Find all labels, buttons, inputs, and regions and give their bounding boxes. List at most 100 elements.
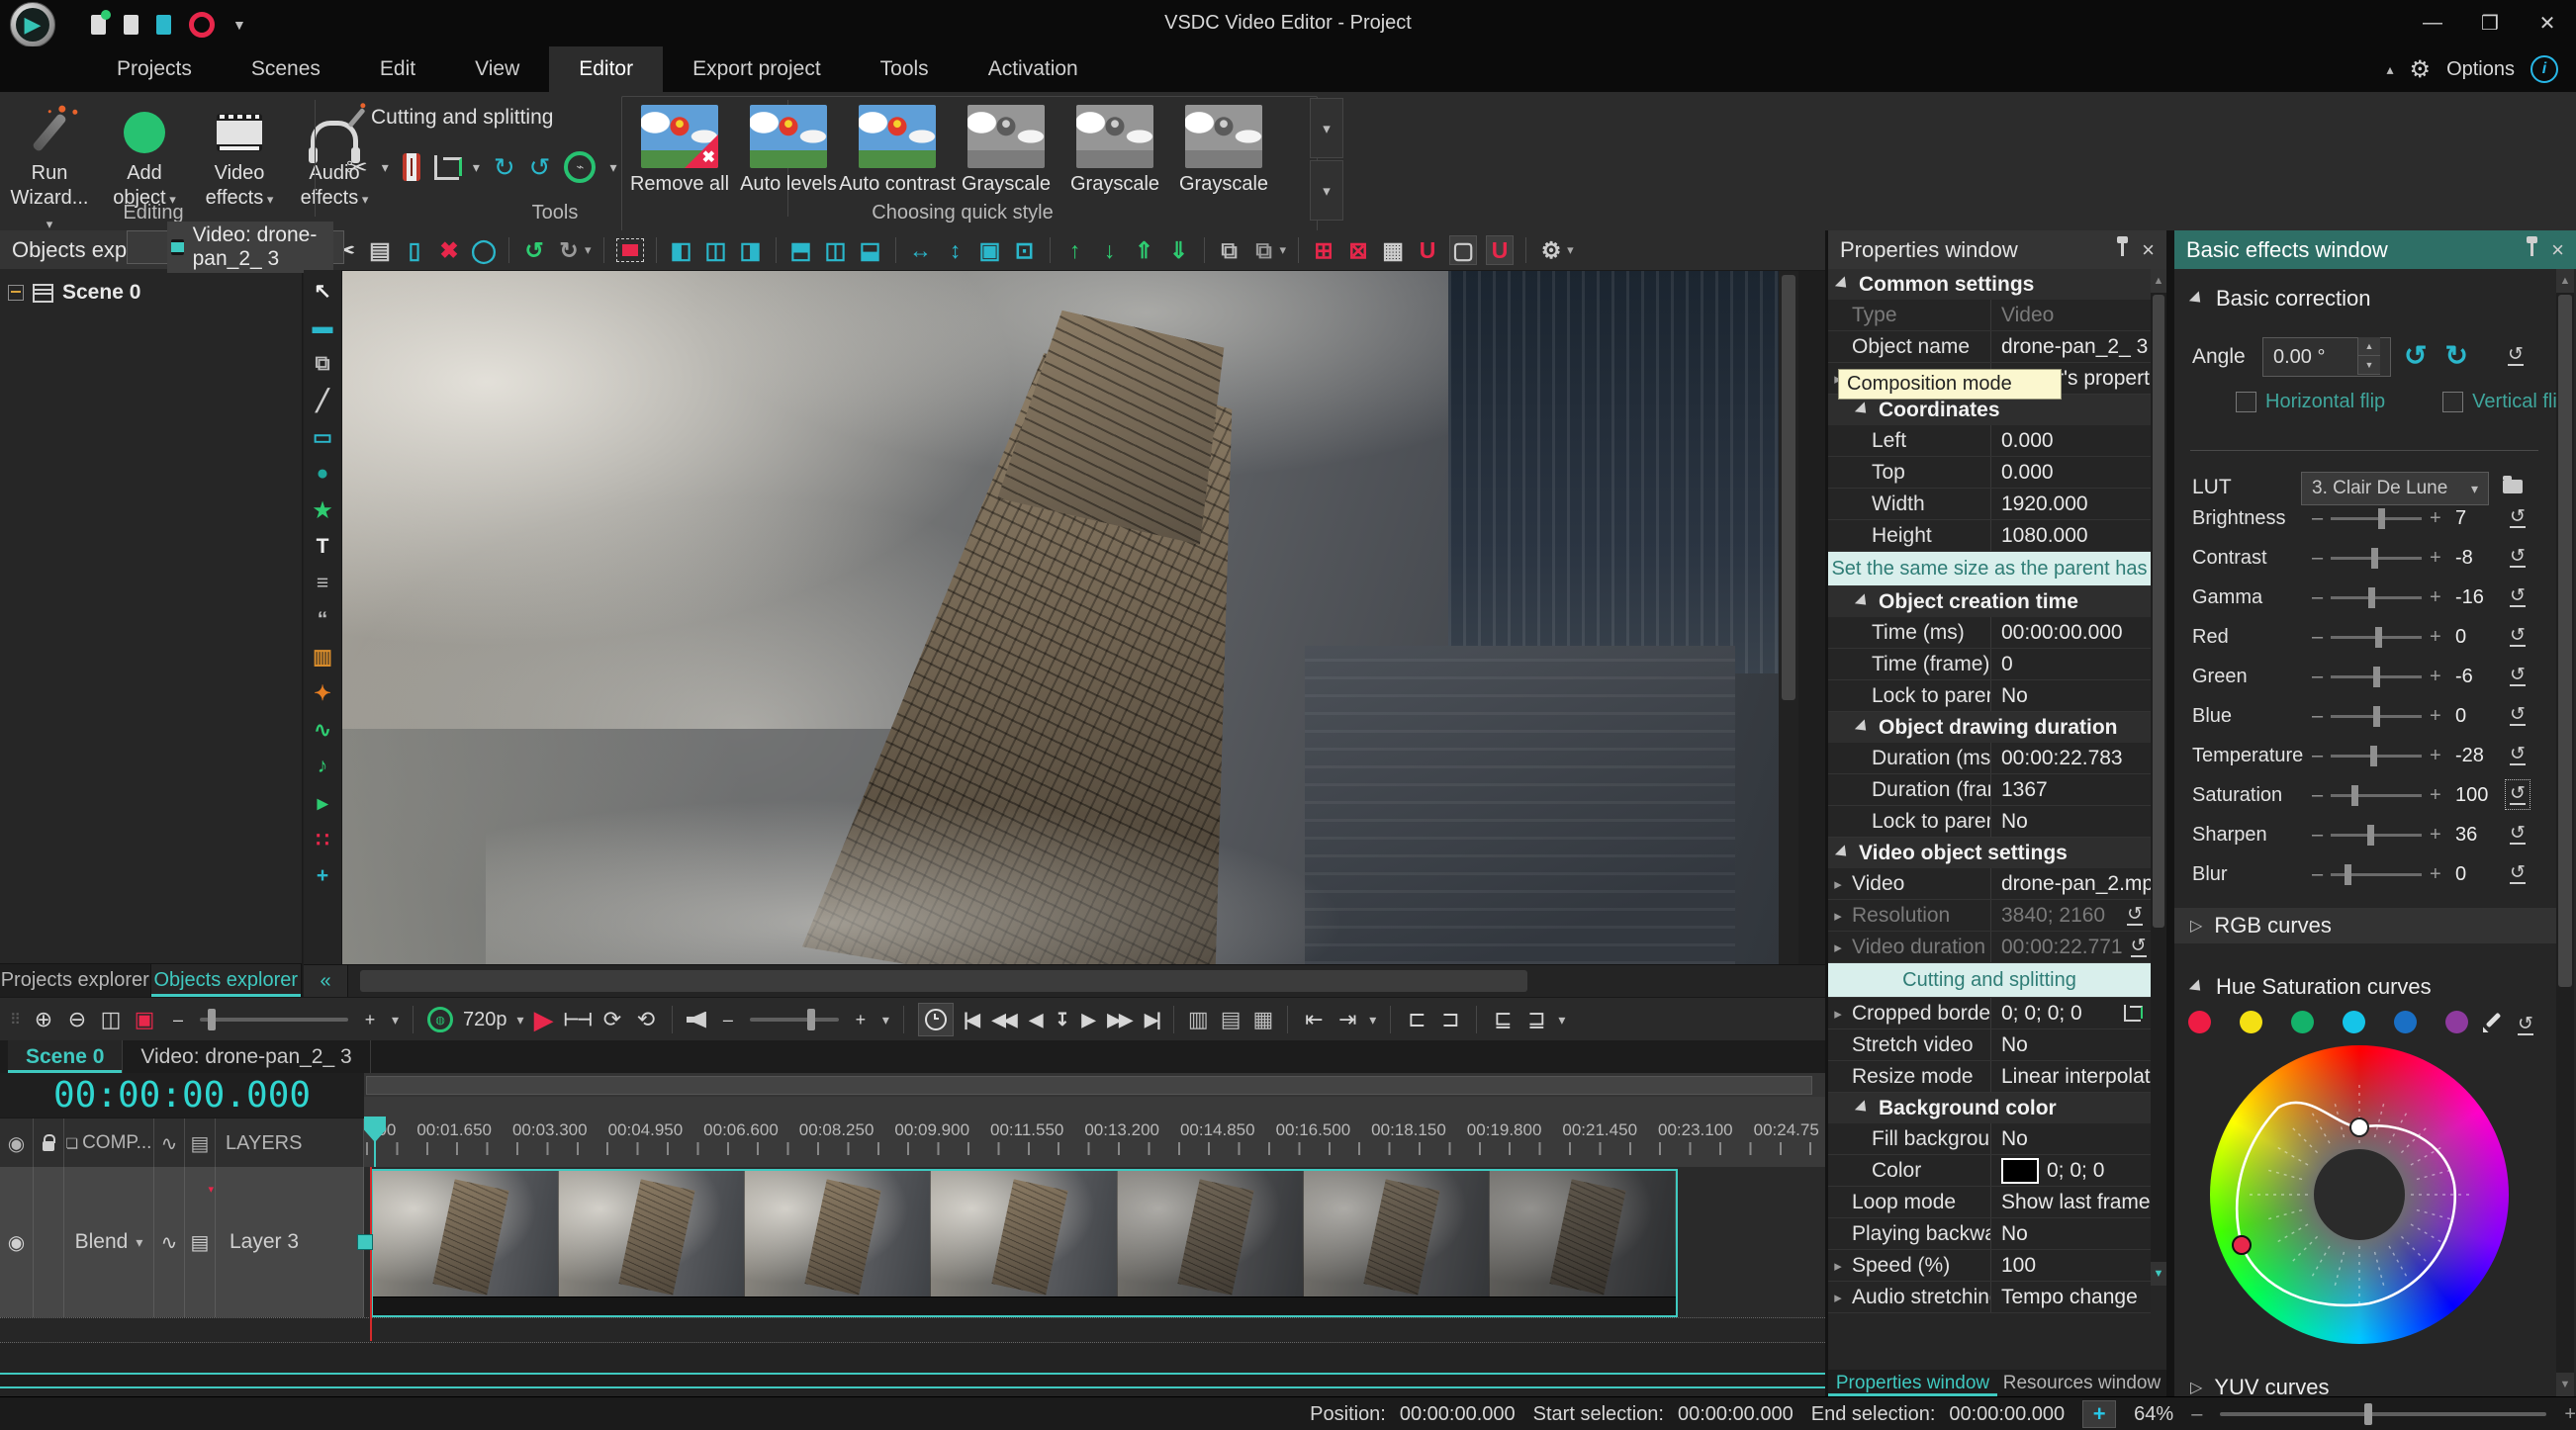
slider-minus-icon[interactable]: – bbox=[2312, 586, 2323, 609]
slider-plus-icon[interactable]: + bbox=[2430, 507, 2441, 530]
lock-column-icon[interactable] bbox=[34, 1118, 64, 1168]
timeline-zoom-out-icon[interactable]: ⊖ bbox=[65, 1005, 89, 1034]
slider-plus-icon[interactable]: + bbox=[2430, 586, 2441, 609]
status-zoom-minus-icon[interactable]: – bbox=[2191, 1403, 2202, 1426]
slider-handle[interactable] bbox=[2368, 587, 2375, 608]
slider-reset-icon[interactable]: ↺ bbox=[2510, 586, 2526, 607]
prop-value[interactable]: Tempo change bbox=[1991, 1282, 2151, 1312]
paste-icon[interactable]: ▯ bbox=[402, 236, 427, 264]
horizontal-flip-checkbox[interactable]: Horizontal flip bbox=[2236, 391, 2385, 413]
bring-front-icon[interactable]: ⇑ bbox=[1132, 236, 1157, 264]
tree-item-scene[interactable]: Scene 0 bbox=[0, 279, 302, 307]
ellipse-tool-icon[interactable]: ● bbox=[308, 459, 337, 489]
tab-objects-explorer[interactable]: Objects explorer bbox=[151, 964, 303, 997]
stretch-height-icon[interactable]: ↕ bbox=[943, 236, 968, 264]
tab-scene-0[interactable]: Scene 0 bbox=[8, 1040, 123, 1073]
more-dropdown-icon[interactable]: ▾ bbox=[1558, 1012, 1565, 1028]
quick-style-up-button[interactable]: ▾ bbox=[1310, 98, 1343, 158]
zoom-dropdown-icon[interactable]: ▾ bbox=[392, 1012, 399, 1028]
prop-section-object-creation-time[interactable]: Object creation time bbox=[1828, 586, 2151, 617]
slider-track[interactable] bbox=[2331, 557, 2422, 560]
close-icon[interactable]: × bbox=[2142, 237, 2155, 263]
slider-track[interactable] bbox=[2331, 794, 2422, 797]
empty-track-row[interactable] bbox=[0, 1317, 1825, 1343]
info-icon[interactable]: i bbox=[2530, 55, 2558, 83]
fade-out-icon[interactable]: ▦ bbox=[1252, 1007, 1273, 1032]
menu-item-scenes[interactable]: Scenes bbox=[222, 46, 350, 92]
visibility-column-icon[interactable]: ◉ bbox=[0, 1118, 34, 1168]
timeline-zoom-frames-icon[interactable]: ◫ bbox=[99, 1005, 123, 1034]
menu-item-view[interactable]: View bbox=[445, 46, 549, 92]
hue-dot-3[interactable] bbox=[2343, 1011, 2365, 1033]
prop-value[interactable]: 00:00:22.771↺ bbox=[1991, 932, 2151, 962]
animation-tool-icon[interactable]: ✦ bbox=[308, 678, 337, 708]
collapse-icon[interactable] bbox=[1855, 1100, 1871, 1116]
tree-item-video[interactable]: Video: drone-pan_2_ 3 bbox=[127, 230, 344, 264]
list-column-icon[interactable]: ▤ bbox=[185, 1118, 216, 1168]
timeline-mini-scrollbar[interactable] bbox=[364, 1073, 1825, 1098]
expand-icon[interactable]: ▸ bbox=[1828, 1282, 1848, 1312]
volume-plus-icon[interactable]: + bbox=[849, 1005, 873, 1034]
speaker-icon[interactable] bbox=[687, 1012, 706, 1028]
slider-plus-icon[interactable]: + bbox=[2430, 863, 2441, 886]
reset-icon[interactable]: ↺ bbox=[2127, 905, 2143, 926]
slider-handle[interactable] bbox=[2370, 746, 2377, 766]
prop-section-video-object-settings[interactable]: Video object settings bbox=[1828, 838, 2151, 868]
dropdown-caret-icon[interactable]: ▾ bbox=[585, 242, 592, 258]
slider-plus-icon[interactable]: + bbox=[2430, 666, 2441, 688]
slider-plus-icon[interactable]: + bbox=[2430, 705, 2441, 728]
status-zoom-plus-icon[interactable]: + bbox=[2564, 1403, 2576, 1426]
playbar-drag-handle[interactable]: ⠿ bbox=[10, 1011, 22, 1028]
redo-icon[interactable]: ↻ bbox=[556, 236, 582, 264]
collapse-icon[interactable] bbox=[1835, 276, 1851, 292]
prop-value[interactable]: 0; 0; 0 bbox=[1991, 1155, 2151, 1186]
go-start-icon[interactable]: |◀ bbox=[964, 1010, 978, 1030]
jump-end-icon[interactable]: ⇥ bbox=[1335, 1005, 1359, 1034]
prop-value[interactable]: No bbox=[1991, 680, 2151, 711]
open-project-icon[interactable] bbox=[124, 15, 138, 35]
hue-dot-5[interactable] bbox=[2445, 1011, 2468, 1033]
quick-style-remove-all-0[interactable]: ✖Remove all bbox=[628, 101, 731, 196]
slider-handle[interactable] bbox=[2345, 864, 2351, 885]
slider-handle[interactable] bbox=[2367, 825, 2374, 846]
slider-plus-icon[interactable]: + bbox=[2430, 745, 2441, 767]
hue-dot-4[interactable] bbox=[2394, 1011, 2417, 1033]
send-back-icon[interactable]: ⇓ bbox=[1166, 236, 1192, 264]
prop-value[interactable]: 00:00:00.000 bbox=[1991, 617, 2151, 648]
clear-icon[interactable]: ◯ bbox=[471, 236, 497, 264]
zoom-plus-icon[interactable]: + bbox=[358, 1005, 382, 1034]
slider-plus-icon[interactable]: + bbox=[2430, 824, 2441, 847]
align-left-icon[interactable]: ◧ bbox=[669, 236, 694, 264]
loop-icon[interactable]: ⟳ bbox=[600, 1005, 624, 1034]
go-end-icon[interactable]: ▶| bbox=[1145, 1010, 1159, 1030]
hue-dot-2[interactable] bbox=[2291, 1011, 2314, 1033]
timeline-zoom-in-icon[interactable]: ⊕ bbox=[32, 1005, 55, 1034]
layer-lock-cell[interactable] bbox=[34, 1167, 64, 1317]
resolution-dropdown-icon[interactable]: ▾ bbox=[517, 1012, 524, 1028]
slider-minus-icon[interactable]: – bbox=[2312, 824, 2323, 847]
quick-style-grayscale-4[interactable]: Grayscale bbox=[1063, 101, 1166, 196]
prop-value[interactable]: drone-pan_2_ 3 bbox=[1991, 331, 2151, 362]
dropdown-caret-icon[interactable]: ▾ bbox=[382, 159, 389, 176]
slider-handle[interactable] bbox=[2373, 667, 2380, 687]
original-size-icon[interactable]: ⊡ bbox=[1012, 236, 1038, 264]
dropdown-caret-icon[interactable]: ▾ bbox=[609, 159, 616, 176]
slider-reset-icon[interactable]: ↺ bbox=[2510, 863, 2526, 884]
expand-icon[interactable]: ▸ bbox=[1828, 900, 1848, 931]
dropdown-caret-icon[interactable]: ▾ bbox=[473, 159, 480, 176]
slider-handle[interactable] bbox=[2375, 627, 2382, 648]
prop-value[interactable]: No bbox=[1991, 1123, 2151, 1154]
subtitles-tool-icon[interactable]: ≡ bbox=[308, 569, 337, 598]
prop-value[interactable]: 3840; 2160↺ bbox=[1991, 900, 2151, 931]
hue-saturation-section[interactable]: Hue Saturation curves bbox=[2174, 974, 2576, 1000]
slider-reset-icon[interactable]: ↺ bbox=[2510, 745, 2526, 765]
maximize-button[interactable]: ❒ bbox=[2461, 0, 2519, 46]
angle-reset-icon[interactable]: ↺ bbox=[2508, 345, 2524, 366]
scene-tool-icon[interactable]: ▬ bbox=[308, 313, 337, 342]
step-back-icon[interactable]: ◀ bbox=[1030, 1010, 1042, 1030]
slider-handle[interactable] bbox=[2351, 785, 2358, 806]
prop-value[interactable]: 0; 0; 0; 0 bbox=[1991, 998, 2151, 1028]
slider-plus-icon[interactable]: + bbox=[2430, 547, 2441, 570]
slider-track[interactable] bbox=[2331, 715, 2422, 718]
video-preview[interactable] bbox=[342, 271, 1779, 964]
